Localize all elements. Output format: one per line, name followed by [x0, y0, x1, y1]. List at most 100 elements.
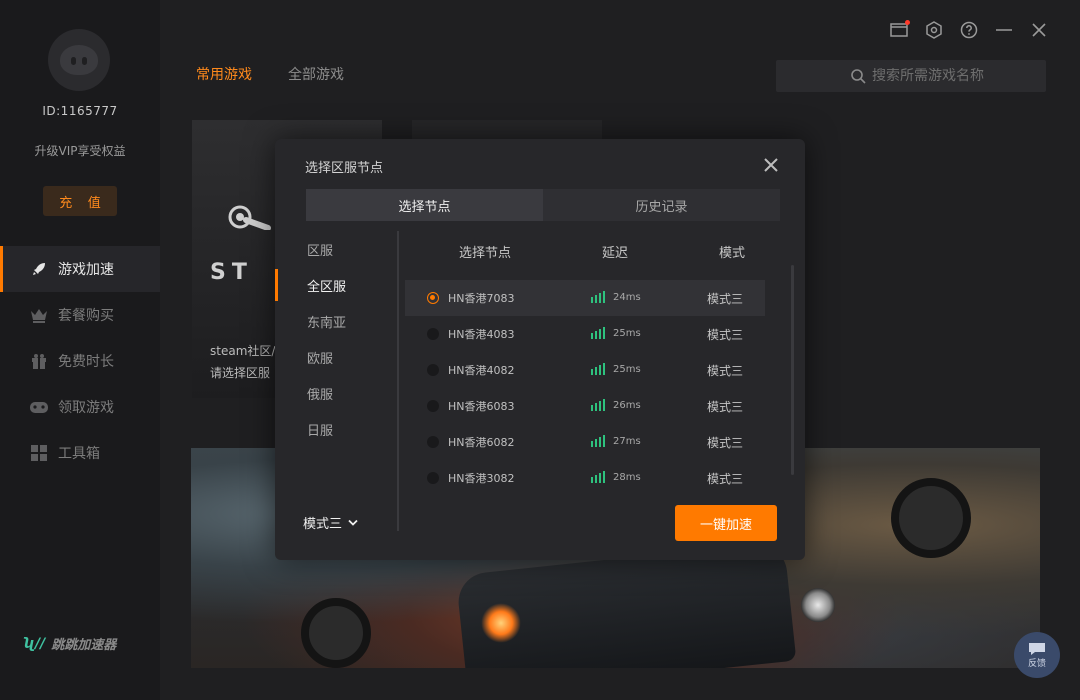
region-item-all[interactable]: 全区服	[275, 267, 397, 303]
region-item-europe[interactable]: 欧服	[275, 339, 397, 375]
chat-icon	[1029, 642, 1045, 655]
region-item-japan[interactable]: 日服	[275, 411, 397, 447]
node-radio[interactable]	[427, 292, 439, 304]
region-list: 区服 全区服 东南亚 欧服 俄服 日服	[275, 231, 397, 447]
region-item-southeast-asia[interactable]: 东南亚	[275, 303, 397, 339]
avatar-face-icon	[60, 45, 98, 75]
vip-promo-link[interactable]: 升级VIP享受权益	[0, 142, 160, 159]
accelerate-button[interactable]: 一键加速	[675, 505, 777, 541]
signal-icon	[591, 399, 605, 411]
sidebar-item-free-time[interactable]: 免费时长	[0, 338, 160, 384]
node-mode: 模式三	[707, 436, 744, 450]
node-mode: 模式三	[707, 292, 744, 306]
banner-spark	[481, 603, 521, 643]
column-mode: 模式	[719, 246, 746, 261]
minimize-icon[interactable]	[995, 21, 1013, 39]
sidebar-item-label: 领取游戏	[58, 400, 114, 416]
node-mode: 模式三	[707, 328, 744, 342]
game-card-desc: steam社区/	[210, 344, 276, 358]
signal-icon	[591, 471, 605, 483]
node-name: HN香港3082	[448, 472, 515, 485]
node-mode: 模式三	[707, 400, 744, 414]
table-row[interactable]: HN香港3082 28ms 模式三	[405, 460, 765, 496]
close-icon	[764, 158, 778, 172]
game-tabs: 常用游戏 全部游戏	[196, 64, 344, 84]
region-item-russia[interactable]: 俄服	[275, 375, 397, 411]
sidebar-nav: 游戏加速 套餐购买 免费时长 领取游戏 工具箱	[0, 246, 160, 476]
avatar[interactable]	[48, 29, 110, 91]
node-radio[interactable]	[427, 328, 439, 340]
node-name: HN香港7083	[448, 292, 515, 305]
search-icon	[851, 69, 866, 84]
node-radio[interactable]	[427, 400, 439, 412]
table-row[interactable]: HN香港6083 26ms 模式三	[405, 388, 765, 424]
window-controls	[890, 20, 1048, 39]
node-radio[interactable]	[427, 472, 439, 484]
rocket-icon	[30, 260, 48, 278]
banner-headlight	[801, 588, 835, 622]
feedback-button[interactable]: 反馈	[1014, 632, 1060, 678]
brand-name: 跳跳加速器	[51, 638, 117, 653]
sidebar-item-game-boost[interactable]: 游戏加速	[0, 246, 160, 292]
sidebar-item-label: 套餐购买	[58, 308, 114, 324]
tab-all-games[interactable]: 全部游戏	[288, 64, 344, 84]
signal-icon	[591, 327, 605, 339]
node-table-header: 选择节点 延迟 模式	[405, 242, 765, 262]
node-select-dialog: 选择区服节点 选择节点 历史记录 区服 全区服 东南亚 欧服 俄服 日服 模式三…	[275, 139, 805, 560]
game-card-hint: 请选择区服	[210, 366, 271, 380]
node-radio[interactable]	[427, 436, 439, 448]
dialog-tabs: 选择节点 历史记录	[306, 189, 780, 221]
node-latency: 24ms	[613, 292, 641, 303]
tab-history[interactable]: 历史记录	[543, 189, 780, 221]
node-radio[interactable]	[427, 364, 439, 376]
table-row[interactable]: HN香港4083 25ms 模式三	[405, 316, 765, 352]
steam-logo-icon	[228, 205, 271, 230]
gift-icon	[30, 352, 48, 370]
sidebar-item-package-purchase[interactable]: 套餐购买	[0, 292, 160, 338]
node-latency: 27ms	[613, 436, 641, 447]
mode-dropdown[interactable]: 模式三	[303, 513, 358, 532]
recharge-button[interactable]: 充 值	[43, 186, 117, 216]
sidebar-item-claim-games[interactable]: 领取游戏	[0, 384, 160, 430]
toolbox-icon	[30, 444, 48, 462]
node-name: HN香港6082	[448, 436, 515, 449]
signal-icon	[591, 435, 605, 447]
table-row[interactable]: HN香港7083 24ms 模式三	[405, 280, 765, 316]
sidebar-item-label: 免费时长	[58, 354, 114, 370]
chevron-down-icon	[348, 519, 358, 526]
user-id: ID:1165777	[42, 104, 118, 118]
search-box	[776, 60, 1046, 92]
dialog-close-button[interactable]	[761, 155, 781, 175]
column-node: 选择节点	[459, 246, 512, 261]
node-latency: 28ms	[613, 472, 641, 483]
table-row[interactable]: HN香港6082 27ms 模式三	[405, 424, 765, 460]
crown-icon	[30, 306, 48, 324]
settings-icon[interactable]	[925, 21, 943, 39]
gamepad-icon	[30, 398, 48, 416]
dialog-title: 选择区服节点	[305, 161, 384, 176]
mail-icon[interactable]	[890, 20, 910, 39]
banner-wheel	[301, 598, 371, 668]
node-list: HN香港7083 24ms 模式三 HN香港4083 25ms 模式三 HN香港…	[405, 280, 765, 496]
help-icon[interactable]	[960, 21, 978, 39]
node-mode: 模式三	[707, 364, 744, 378]
sidebar-item-toolbox[interactable]: 工具箱	[0, 430, 160, 476]
node-latency: 26ms	[613, 400, 641, 411]
node-name: HN香港4082	[448, 364, 515, 377]
tab-select-node[interactable]: 选择节点	[306, 189, 543, 221]
node-name: HN香港4083	[448, 328, 515, 341]
table-row[interactable]: HN香港4082 25ms 模式三	[405, 352, 765, 388]
notification-dot	[905, 20, 910, 25]
signal-icon	[591, 363, 605, 375]
close-window-icon[interactable]	[1030, 21, 1048, 39]
sidebar-item-label: 工具箱	[58, 446, 100, 462]
region-header: 区服	[307, 243, 334, 259]
search-input[interactable]	[872, 68, 1042, 84]
tab-common-games[interactable]: 常用游戏	[196, 64, 252, 84]
feedback-label: 反馈	[1027, 658, 1046, 669]
node-list-scrollbar[interactable]	[791, 265, 794, 475]
game-card-title: ST	[210, 260, 253, 285]
divider	[397, 231, 399, 531]
column-latency: 延迟	[602, 246, 629, 261]
banner-wheel	[891, 478, 971, 558]
